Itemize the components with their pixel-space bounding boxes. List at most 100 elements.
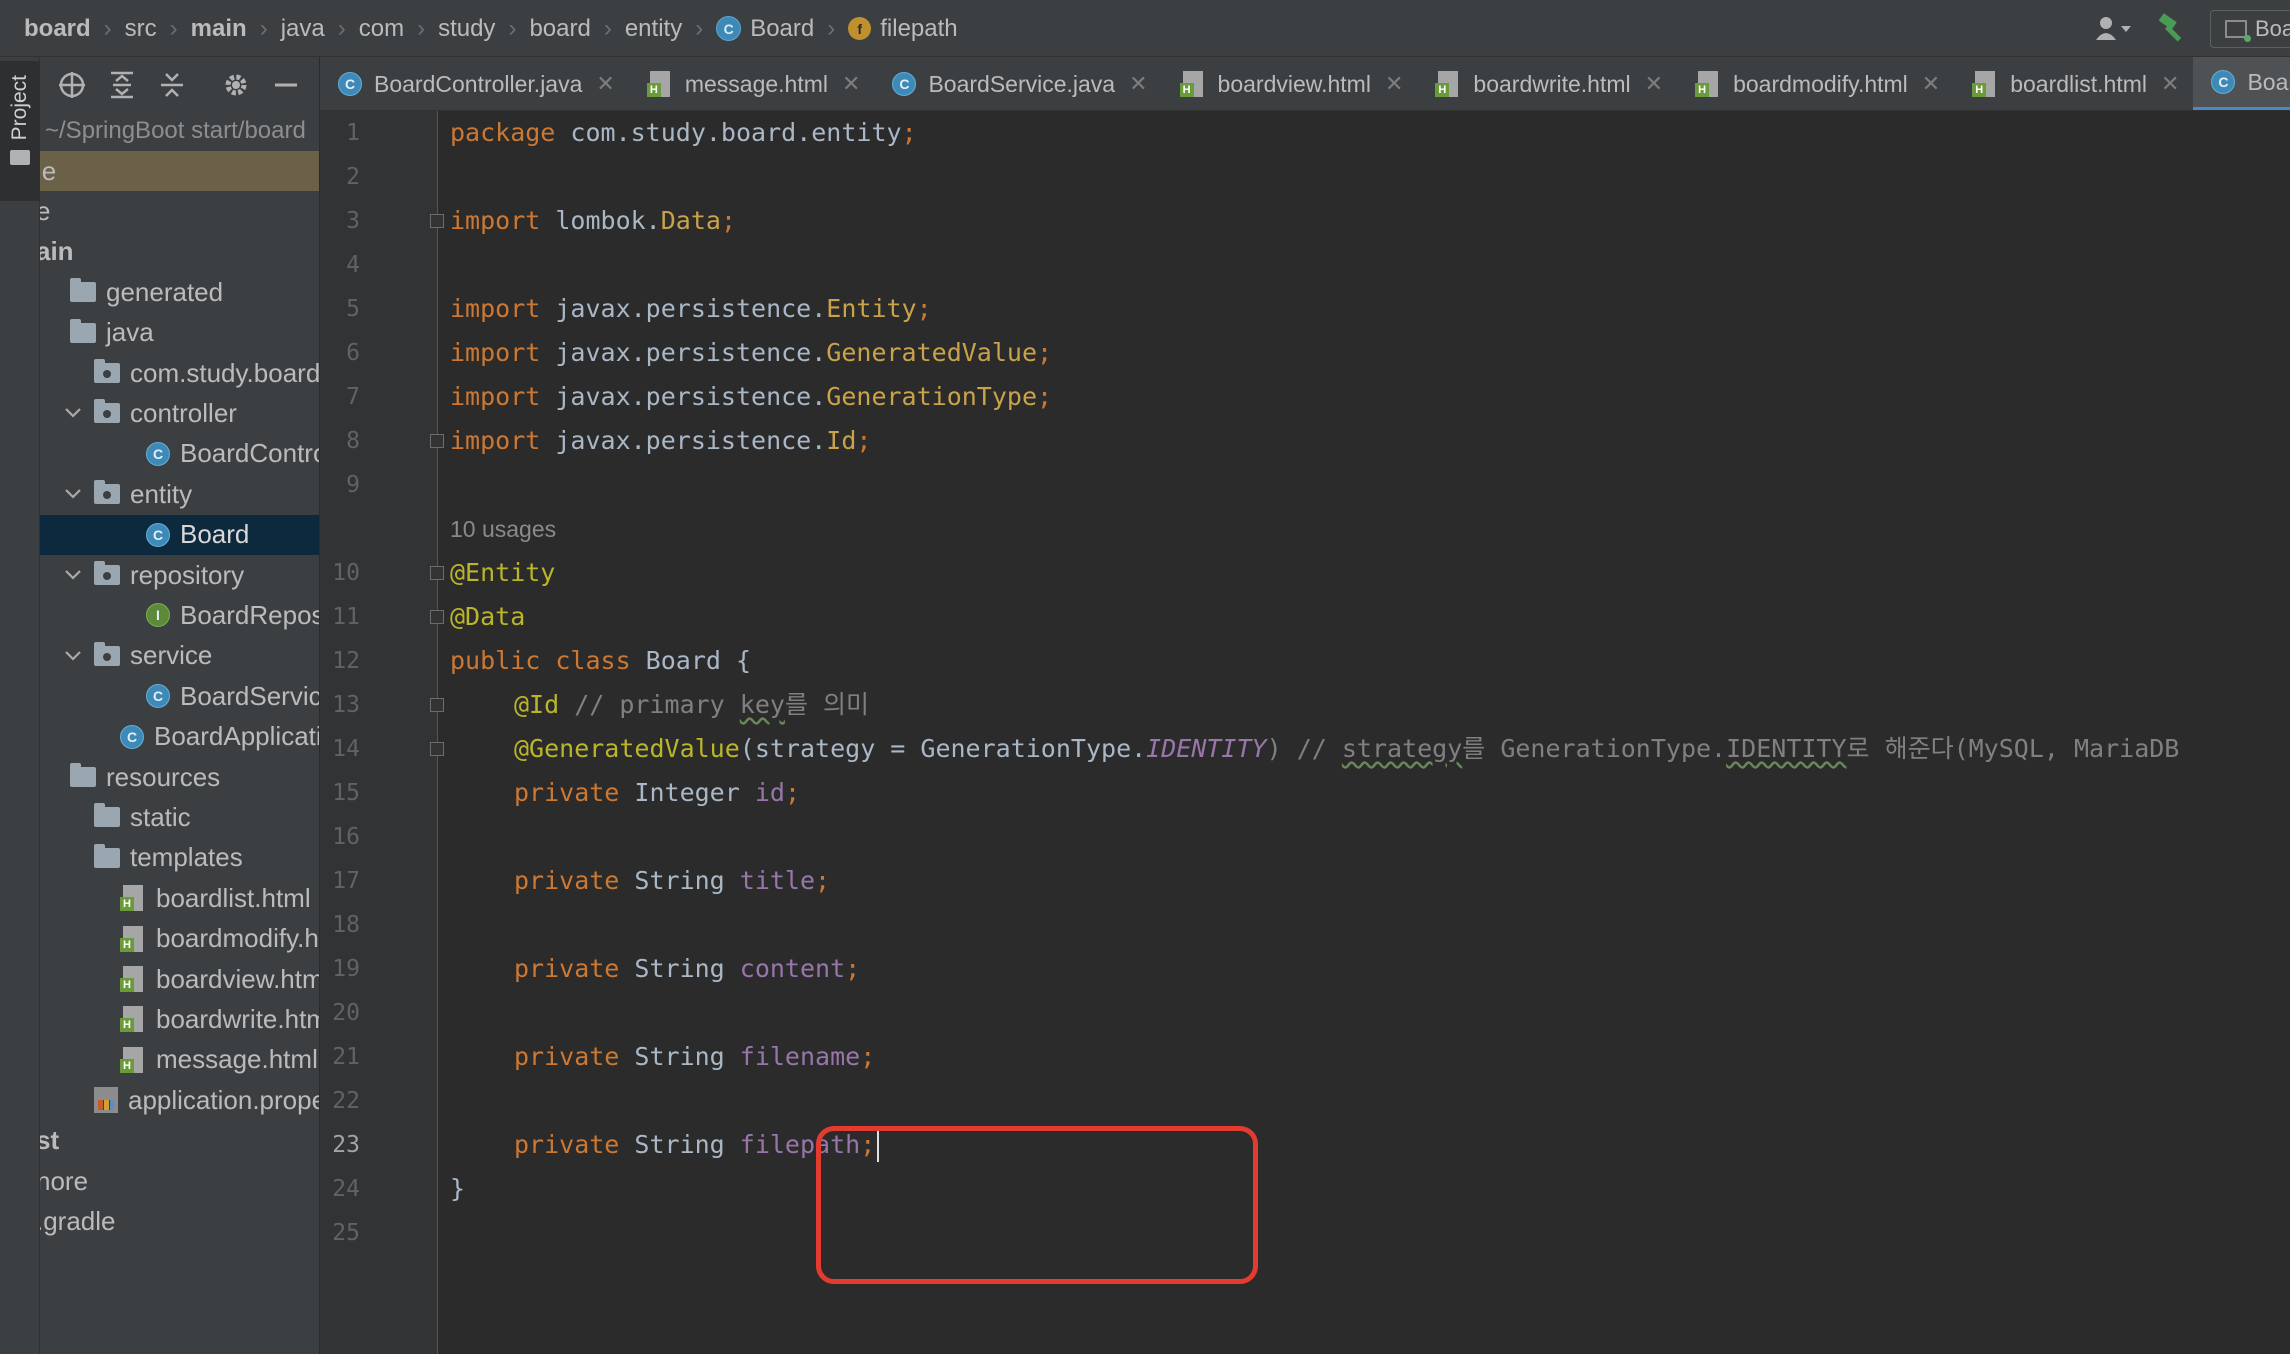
fold-marker-icon[interactable] (430, 698, 444, 712)
close-icon[interactable]: ✕ (2161, 71, 2179, 97)
line-number: 16 (332, 824, 360, 850)
code-line: import javax.persistence.GeneratedValue; (450, 331, 1052, 375)
breadcrumb-item[interactable]: src (125, 15, 157, 43)
tree-item[interactable]: controller (60, 393, 237, 433)
close-icon[interactable]: ✕ (596, 71, 614, 97)
tree-item[interactable]: nore (40, 1161, 88, 1201)
code-token: // primary (559, 690, 740, 719)
target-icon[interactable] (54, 67, 90, 103)
tree-item[interactable]: generated (70, 272, 223, 312)
breadcrumb-item[interactable]: board (24, 15, 91, 43)
fold-marker-icon[interactable] (430, 214, 444, 228)
code-token: (strategy = GenerationType. (739, 734, 1147, 763)
code-token: javax.persistence. (555, 426, 827, 455)
minimize-icon[interactable] (268, 67, 304, 103)
tree-item-label: st (40, 1125, 60, 1156)
chevron-down-icon[interactable] (60, 650, 86, 662)
breadcrumb-item[interactable]: com (359, 15, 404, 43)
tab-label: boardwrite.html (1473, 70, 1631, 97)
breadcrumb-separator-icon: › (603, 14, 612, 42)
tree-item[interactable]: static (94, 797, 191, 837)
breadcrumb-item[interactable]: f filepath (848, 15, 958, 43)
user-dropdown-icon[interactable] (2094, 9, 2134, 49)
editor-tab[interactable]: Hboardlist.html ✕ (1954, 57, 2193, 110)
tree-item[interactable]: C BoardControl (146, 434, 319, 474)
tree-item[interactable]: service (60, 636, 212, 676)
code-token: IDENTITY (1146, 734, 1267, 763)
fold-marker-icon[interactable] (430, 434, 444, 448)
tree-item[interactable]: st (40, 1121, 59, 1161)
tree-item[interactable]: resources (70, 757, 220, 797)
breadcrumb-item[interactable]: main (191, 15, 247, 43)
editor-tab[interactable]: CBoard.java✕ (2193, 57, 2290, 110)
tree-item[interactable]: Hboardview.html (120, 959, 319, 999)
line-number: 12 (332, 648, 360, 674)
tab-label: message.html (684, 70, 829, 97)
breadcrumb-item[interactable]: C Board (716, 15, 814, 43)
run-configuration-selector[interactable]: Boa (2210, 9, 2290, 48)
breadcrumb-item[interactable]: board (529, 15, 590, 43)
close-icon[interactable]: ✕ (1645, 71, 1663, 97)
editor-tab[interactable]: Hboardmodify.html ✕ (1677, 57, 1954, 110)
folder-icon (70, 278, 96, 303)
line-number: 4 (346, 252, 360, 278)
close-icon[interactable]: ✕ (1129, 71, 1147, 97)
project-tool-tab[interactable]: Project (0, 61, 40, 201)
tree-item[interactable]: C BoardApplicatio (120, 717, 319, 757)
close-icon[interactable]: ✕ (842, 71, 860, 97)
code-token: key (739, 690, 785, 719)
gear-icon[interactable] (218, 67, 254, 103)
tree-item[interactable]: Hboardlist.html (120, 878, 311, 918)
editor-tab[interactable]: C BoardService.java ✕ (874, 57, 1161, 110)
close-icon[interactable]: ✕ (1922, 71, 1940, 97)
collapse-all-icon[interactable] (154, 67, 190, 103)
html-file-icon: H (120, 1006, 146, 1033)
tree-item[interactable]: Hmessage.html (120, 1040, 318, 1080)
tree-item[interactable]: templates (94, 838, 243, 878)
breadcrumb-separator-icon: › (508, 14, 517, 42)
class-icon: C (338, 72, 362, 96)
fold-marker-icon[interactable] (430, 742, 444, 756)
close-icon[interactable]: ✕ (1385, 71, 1403, 97)
chevron-down-icon[interactable] (60, 569, 86, 581)
tree-item[interactable]: C Board (146, 515, 249, 555)
code-token: Id (826, 426, 857, 455)
tree-item[interactable]: com.study.board (94, 353, 319, 393)
project-tab-label: Project (8, 75, 31, 141)
code-line: import javax.persistence.GenerationType; (450, 375, 1052, 419)
editor-tab[interactable]: C BoardController.java ✕ (320, 57, 629, 110)
line-number: 14 (332, 736, 360, 762)
usages-hint[interactable]: 10 usages (450, 507, 556, 551)
tree-item[interactable]: Hboardwrite.html (120, 999, 319, 1039)
editor-tab[interactable]: Hboardwrite.html ✕ (1417, 57, 1677, 110)
code-editor[interactable]: 1 2 3 4 5 6 7 8 9 10 11 12 13 14 15 16 17 18 19 20 21 22 23 24 2… (320, 111, 2290, 1354)
chevron-down-icon[interactable] (60, 407, 86, 419)
tree-item[interactable]: I BoardReposit (146, 595, 319, 635)
tree-item[interactable]: ain (40, 232, 74, 272)
line-number: 20 (332, 1000, 360, 1026)
code-token: filename (739, 1042, 861, 1071)
fold-marker-icon[interactable] (430, 566, 444, 580)
tree-item[interactable]: .gradle (40, 1201, 116, 1241)
tree-item[interactable]: e (40, 191, 50, 231)
chevron-down-icon[interactable] (60, 488, 86, 500)
tree-item[interactable]: entity (60, 474, 192, 514)
editor-tab[interactable]: Hboardview.html ✕ (1162, 57, 1418, 110)
breadcrumb-item[interactable]: entity (625, 15, 682, 43)
tree-item[interactable]: Hboardmodify.htm (120, 919, 319, 959)
tree-item[interactable]: C BoardService (146, 676, 319, 716)
folder-icon (70, 318, 96, 343)
code-token: import (450, 338, 556, 367)
code-token: ; (916, 294, 932, 323)
breadcrumb-item[interactable]: study (438, 15, 495, 43)
fold-marker-icon[interactable] (430, 610, 444, 624)
tree-item[interactable]: java (70, 313, 154, 353)
tree-item[interactable]: le (40, 151, 56, 191)
breadcrumb-item[interactable]: java (281, 15, 325, 43)
expand-all-icon[interactable] (104, 67, 140, 103)
editor-tab[interactable]: Hmessage.html ✕ (629, 57, 875, 110)
code-token: ; (1037, 338, 1053, 367)
tree-item[interactable]: application.propert (94, 1080, 319, 1120)
hammer-icon[interactable] (2156, 9, 2188, 49)
tree-item[interactable]: repository (60, 555, 244, 595)
